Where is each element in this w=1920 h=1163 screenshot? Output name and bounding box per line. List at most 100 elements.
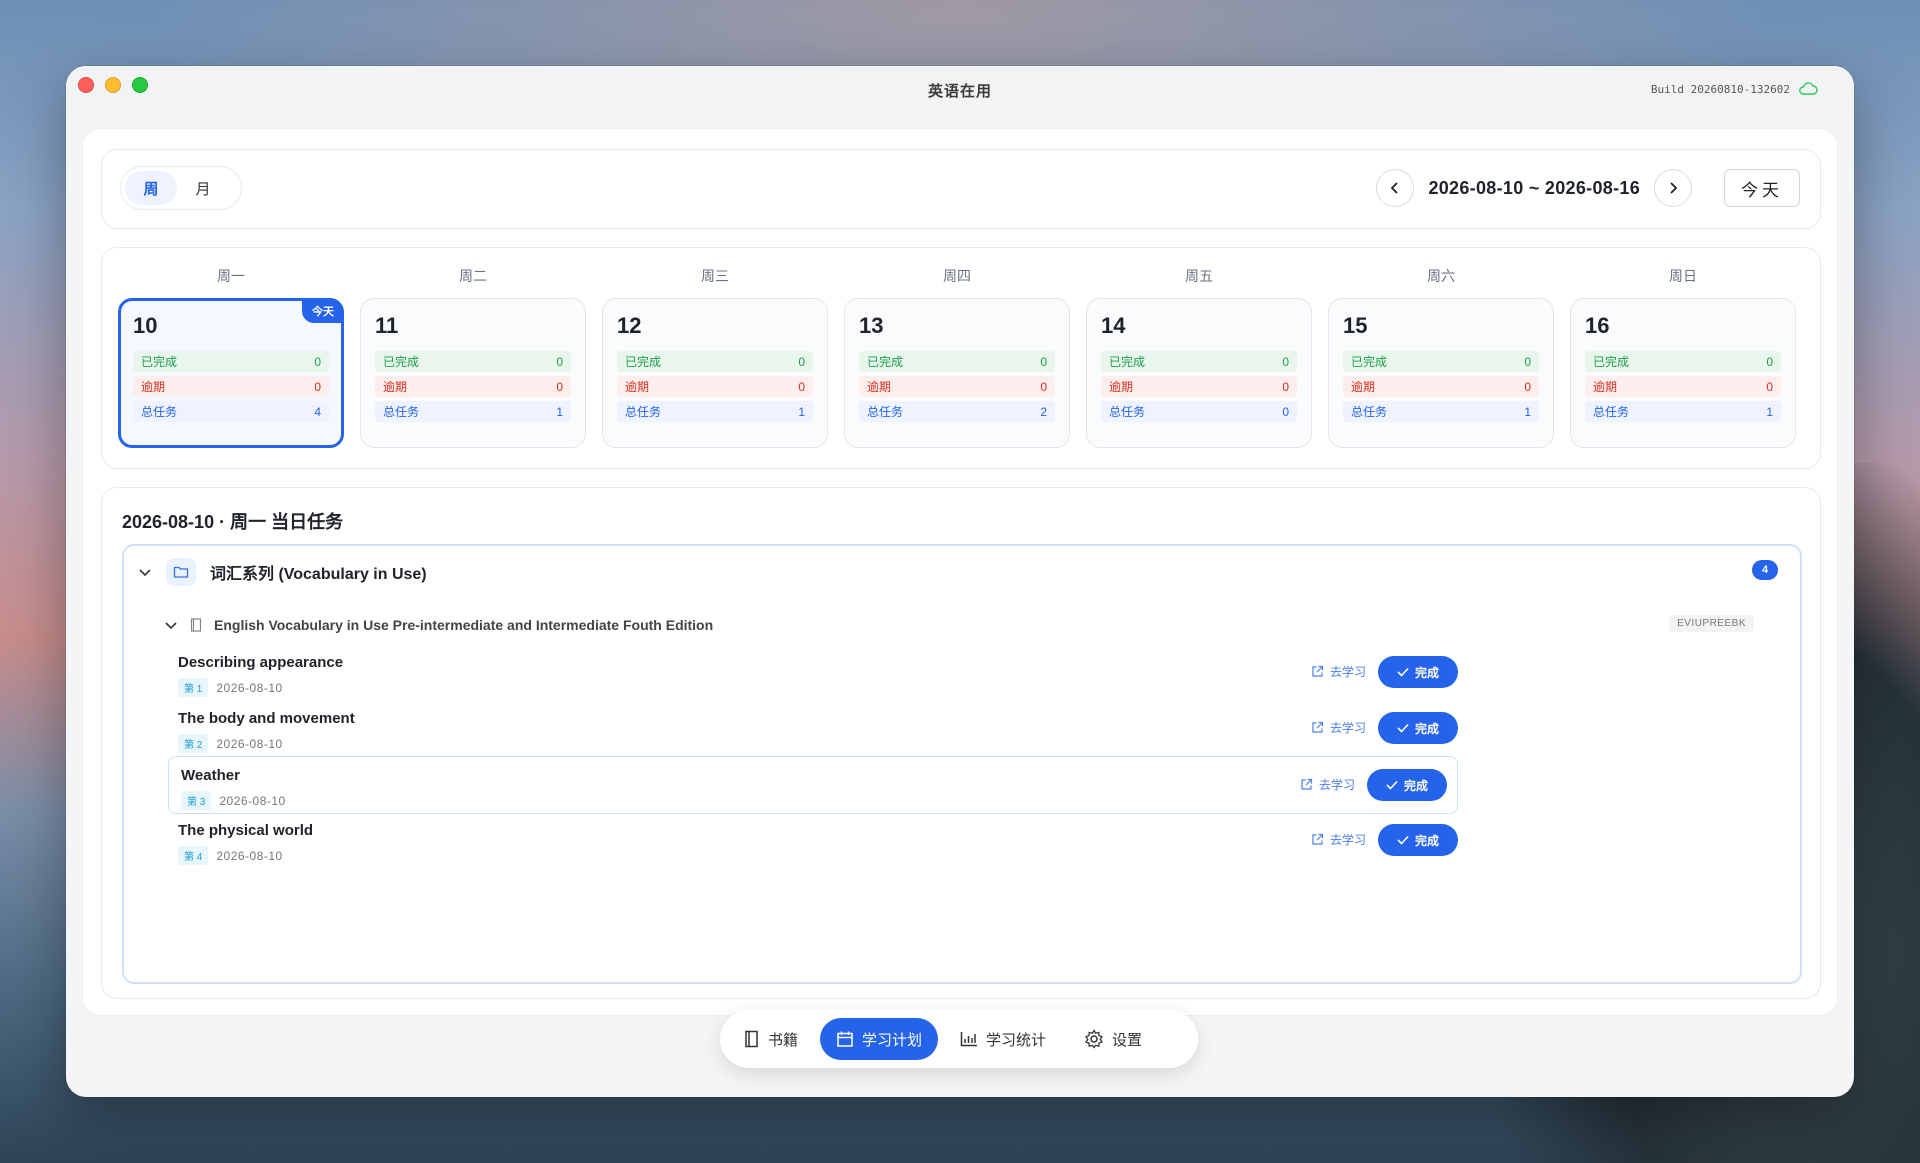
chevron-right-icon xyxy=(1670,182,1678,194)
series-title: 词汇系列 (Vocabulary in Use) xyxy=(210,566,427,583)
overdue-label: 逾期 xyxy=(1109,380,1134,394)
close-window-button[interactable] xyxy=(78,77,94,93)
complete-button[interactable]: 完成 xyxy=(1378,824,1458,856)
chevron-left-icon xyxy=(1391,182,1399,194)
day-card[interactable]: 11 已完成 0 逾期 0 总任务 1 xyxy=(360,298,586,448)
go-study-link[interactable]: 去学习 xyxy=(1311,831,1366,848)
complete-button[interactable]: 完成 xyxy=(1367,769,1447,801)
chevron-down-icon[interactable] xyxy=(164,618,178,632)
sequence-badge: 第 3 xyxy=(181,791,212,810)
done-stat: 已完成 0 xyxy=(859,351,1055,372)
done-count: 0 xyxy=(1766,354,1773,369)
day-card[interactable]: 12 已完成 0 逾期 0 总任务 1 xyxy=(602,298,828,448)
weekday-label: 周六 xyxy=(1427,268,1455,284)
nav-settings[interactable]: 设置 xyxy=(1068,1018,1158,1060)
view-week-button[interactable]: 周 xyxy=(125,171,177,205)
task-row[interactable]: Weather 第 3 2026-08-10 去学习 完成 xyxy=(168,756,1458,814)
sequence-badge: 第 1 xyxy=(178,678,209,697)
done-label: 已完成 xyxy=(625,355,662,369)
total-count: 4 xyxy=(314,404,321,419)
check-icon xyxy=(1397,667,1409,677)
chevron-down-icon[interactable] xyxy=(138,565,152,579)
task-date: 2026-08-10 xyxy=(219,793,286,808)
day-card[interactable]: 15 已完成 0 逾期 0 总任务 1 xyxy=(1328,298,1554,448)
daily-tasks-panel: 2026-08-10 · 周一 当日任务 词汇系列 (Vocabulary in… xyxy=(101,487,1821,999)
day-card[interactable]: 今天 10 已完成 0 逾期 0 总任务 4 xyxy=(118,298,344,448)
overdue-count: 0 xyxy=(1766,379,1773,394)
total-count: 1 xyxy=(1766,404,1773,419)
overdue-count: 0 xyxy=(314,379,321,394)
overdue-label: 逾期 xyxy=(1351,380,1376,394)
total-count: 1 xyxy=(798,404,805,419)
total-label: 总任务 xyxy=(1109,405,1146,419)
nav-study-plan[interactable]: 学习计划 xyxy=(820,1018,939,1060)
book-code: EVIUPREEBK xyxy=(1669,615,1754,632)
zoom-window-button[interactable] xyxy=(132,77,148,93)
tasks-heading: 2026-08-10 · 周一 当日任务 xyxy=(122,512,344,532)
done-label: 已完成 xyxy=(867,355,904,369)
task-row[interactable]: The physical world 第 4 2026-08-10 去学习 完成 xyxy=(178,812,1458,870)
cloud-sync-icon[interactable] xyxy=(1798,82,1818,96)
done-count: 0 xyxy=(556,354,563,369)
complete-button[interactable]: 完成 xyxy=(1378,656,1458,688)
go-study-link[interactable]: 去学习 xyxy=(1311,719,1366,736)
today-button[interactable]: 今天 xyxy=(1724,169,1800,207)
total-label: 总任务 xyxy=(141,405,178,419)
window-title: 英语在用 xyxy=(927,82,992,100)
complete-button[interactable]: 完成 xyxy=(1378,712,1458,744)
task-row[interactable]: Describing appearance 第 1 2026-08-10 去学习 完成 xyxy=(178,644,1458,702)
overdue-stat: 逾期 0 xyxy=(859,376,1055,397)
go-study-label: 去学习 xyxy=(1329,665,1366,679)
bottom-nav: 书籍 学习计划 学习统计 设置 xyxy=(720,1010,1198,1068)
prev-week-button[interactable] xyxy=(1376,169,1415,207)
day-card[interactable]: 16 已完成 0 逾期 0 总任务 1 xyxy=(1570,298,1796,448)
total-stat: 总任务 1 xyxy=(1585,401,1781,422)
view-switcher: 周 月 xyxy=(120,166,242,210)
go-study-label: 去学习 xyxy=(1318,778,1355,792)
done-stat: 已完成 0 xyxy=(133,351,329,372)
total-count: 1 xyxy=(1524,404,1531,419)
date-navigator: 2026-08-10 ~ 2026-08-16 今天 xyxy=(1376,169,1800,207)
day-card[interactable]: 14 已完成 0 逾期 0 总任务 0 xyxy=(1086,298,1312,448)
weekday-label: 周三 xyxy=(701,268,729,284)
check-icon xyxy=(1397,835,1409,845)
day-number: 11 xyxy=(375,313,399,338)
overdue-count: 0 xyxy=(556,379,563,394)
minimize-window-button[interactable] xyxy=(105,77,121,93)
task-row[interactable]: The body and movement 第 2 2026-08-10 去学习 完成 xyxy=(178,700,1458,758)
build-info: Build 20260810-132602 xyxy=(1651,82,1818,96)
task-date: 2026-08-10 xyxy=(216,736,283,751)
overdue-stat: 逾期 0 xyxy=(1585,376,1781,397)
total-count: 2 xyxy=(1040,404,1047,419)
day-card[interactable]: 13 已完成 0 逾期 0 总任务 2 xyxy=(844,298,1070,448)
nav-study-plan-label: 学习计划 xyxy=(862,1031,923,1049)
done-count: 0 xyxy=(314,354,321,369)
done-label: 已完成 xyxy=(1351,355,1388,369)
nav-study-stats[interactable]: 学习统计 xyxy=(944,1018,1062,1060)
nav-books[interactable]: 书籍 xyxy=(728,1018,814,1060)
sequence-badge: 第 2 xyxy=(178,734,209,753)
today-badge: 今天 xyxy=(302,300,342,323)
series-header[interactable]: 词汇系列 (Vocabulary in Use) xyxy=(138,558,427,586)
go-study-label: 去学习 xyxy=(1329,833,1366,847)
go-study-link[interactable]: 去学习 xyxy=(1300,776,1355,793)
total-count: 0 xyxy=(1282,404,1289,419)
task-meta: 第 2 2026-08-10 xyxy=(178,734,283,753)
go-study-link[interactable]: 去学习 xyxy=(1311,663,1366,680)
done-count: 0 xyxy=(1040,354,1047,369)
task-meta: 第 1 2026-08-10 xyxy=(178,678,283,697)
book-icon xyxy=(190,618,202,632)
overdue-stat: 逾期 0 xyxy=(375,376,571,397)
done-stat: 已完成 0 xyxy=(1101,351,1297,372)
total-stat: 总任务 1 xyxy=(617,401,813,422)
day-column: 周三 12 已完成 0 逾期 0 总任务 1 xyxy=(602,266,828,448)
complete-label: 完成 xyxy=(1414,721,1439,736)
nav-study-stats-label: 学习统计 xyxy=(986,1031,1047,1049)
next-week-button[interactable] xyxy=(1654,169,1692,207)
weekday-label: 周日 xyxy=(1669,268,1697,284)
done-label: 已完成 xyxy=(383,355,420,369)
view-month-button[interactable]: 月 xyxy=(177,171,229,205)
total-label: 总任务 xyxy=(1593,405,1630,419)
book-header[interactable]: English Vocabulary in Use Pre-intermedia… xyxy=(164,610,1774,640)
book-icon xyxy=(745,1030,758,1048)
